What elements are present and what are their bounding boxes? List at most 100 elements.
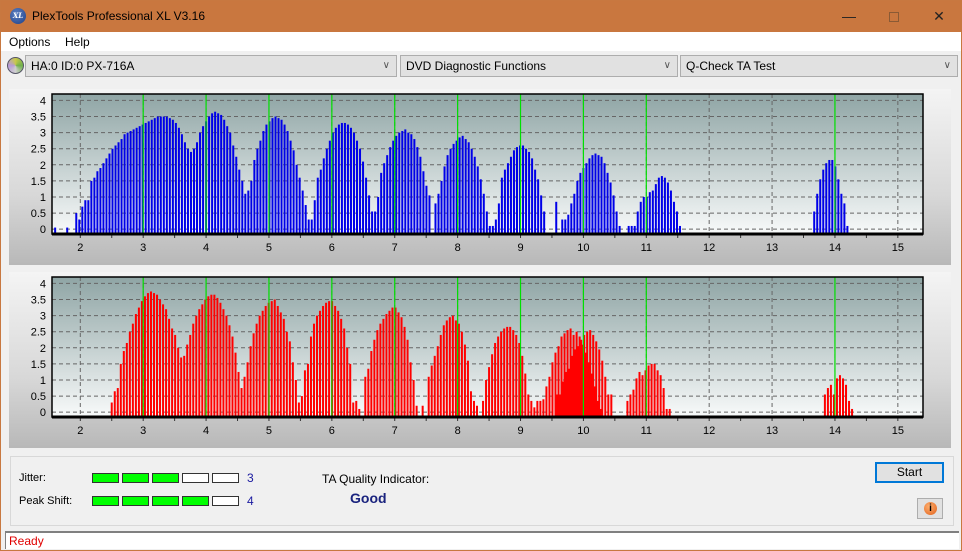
bar <box>247 190 250 234</box>
bar <box>183 142 186 234</box>
bar <box>214 111 217 234</box>
bar <box>319 310 322 417</box>
y-tick-label: 1 <box>40 192 46 204</box>
bar <box>174 334 177 417</box>
drive-disc-icon <box>7 57 24 74</box>
menu-help[interactable]: Help <box>65 35 90 49</box>
y-tick-label: 1 <box>40 375 46 387</box>
bar <box>600 156 603 234</box>
peak-shift-meter-segment <box>212 496 239 506</box>
bar <box>368 195 371 234</box>
bar <box>362 161 365 234</box>
bar <box>270 301 273 417</box>
bar <box>577 346 580 417</box>
jitter-meter <box>92 473 239 483</box>
info-button[interactable]: i <box>917 498 943 519</box>
bar <box>177 127 180 234</box>
menu-options[interactable]: Options <box>9 35 50 49</box>
bar <box>252 333 255 417</box>
bar <box>225 315 228 417</box>
bar <box>132 129 135 234</box>
jitter-meter-segment <box>182 473 209 483</box>
bar <box>78 219 81 234</box>
bar <box>656 370 659 417</box>
bar <box>464 139 467 234</box>
bar <box>102 163 105 234</box>
bar <box>397 312 400 417</box>
bar <box>346 347 349 417</box>
peak-shift-meter-segment <box>152 496 179 506</box>
bar <box>286 131 289 234</box>
y-tick-label: 1.5 <box>31 176 46 188</box>
bar <box>313 200 316 234</box>
bar <box>580 339 583 417</box>
bar <box>451 315 454 417</box>
bar <box>328 301 331 417</box>
maximize-button[interactable] <box>871 1 917 32</box>
bar <box>594 153 597 234</box>
bar <box>150 119 153 234</box>
bar <box>159 116 162 234</box>
bar <box>615 211 618 234</box>
drive-select[interactable]: HA:0 ID:0 PX-716A ∨ <box>25 55 397 77</box>
bar <box>238 169 241 234</box>
bar <box>84 200 87 234</box>
y-tick-label: 2 <box>40 160 46 172</box>
bar <box>129 131 132 234</box>
bar <box>524 373 527 417</box>
bar <box>543 211 546 234</box>
close-button[interactable]: ✕ <box>916 1 962 32</box>
bar <box>371 211 374 234</box>
bar <box>475 405 478 417</box>
bar <box>822 169 825 234</box>
test-select-value: Q-Check TA Test <box>686 59 776 73</box>
bar <box>128 331 131 417</box>
bar <box>122 351 125 417</box>
bar <box>534 169 537 234</box>
x-tick-label: 9 <box>517 425 523 437</box>
close-icon: ✕ <box>933 8 945 24</box>
bar <box>346 124 349 234</box>
bar <box>603 163 606 234</box>
x-tick-label: 13 <box>766 242 778 254</box>
bar <box>165 309 168 417</box>
y-tick-label: 3 <box>40 128 46 140</box>
bar <box>813 211 816 234</box>
bar <box>334 127 337 234</box>
ta-quality-label: TA Quality Indicator: <box>322 472 430 486</box>
bar <box>542 399 545 417</box>
bar <box>309 336 312 417</box>
toolbar: HA:0 ID:0 PX-716A ∨ DVD Diagnostic Funct… <box>1 51 961 81</box>
bar <box>138 126 141 234</box>
minimize-button[interactable]: — <box>826 1 872 32</box>
bar <box>416 147 419 234</box>
y-tick-label: 3 <box>40 311 46 323</box>
test-select[interactable]: Q-Check TA Test ∨ <box>680 55 958 77</box>
bar <box>574 349 577 417</box>
bar <box>592 334 595 417</box>
function-select-value: DVD Diagnostic Functions <box>406 59 547 73</box>
bar <box>210 294 213 417</box>
x-tick-label: 7 <box>392 425 398 437</box>
start-button[interactable]: Start <box>875 462 944 483</box>
bar <box>503 169 506 234</box>
bar <box>398 132 401 234</box>
bar <box>525 148 528 234</box>
x-tick-label: 10 <box>577 242 589 254</box>
bar <box>466 360 469 417</box>
title-bar: XL PlexTools Professional XL V3.16 — ✕ <box>1 1 961 32</box>
bar <box>277 118 280 234</box>
bar <box>454 320 457 417</box>
bar <box>207 296 210 417</box>
x-tick-label: 12 <box>703 242 715 254</box>
bar <box>105 158 108 234</box>
function-select[interactable]: DVD Diagnostic Functions ∨ <box>400 55 678 77</box>
bar <box>443 166 446 234</box>
bar <box>367 368 370 417</box>
bar <box>433 355 436 417</box>
bar <box>636 211 639 234</box>
bar <box>512 330 515 417</box>
bar <box>564 219 567 234</box>
y-tick-label: 3.5 <box>31 112 46 124</box>
bar <box>512 150 515 234</box>
